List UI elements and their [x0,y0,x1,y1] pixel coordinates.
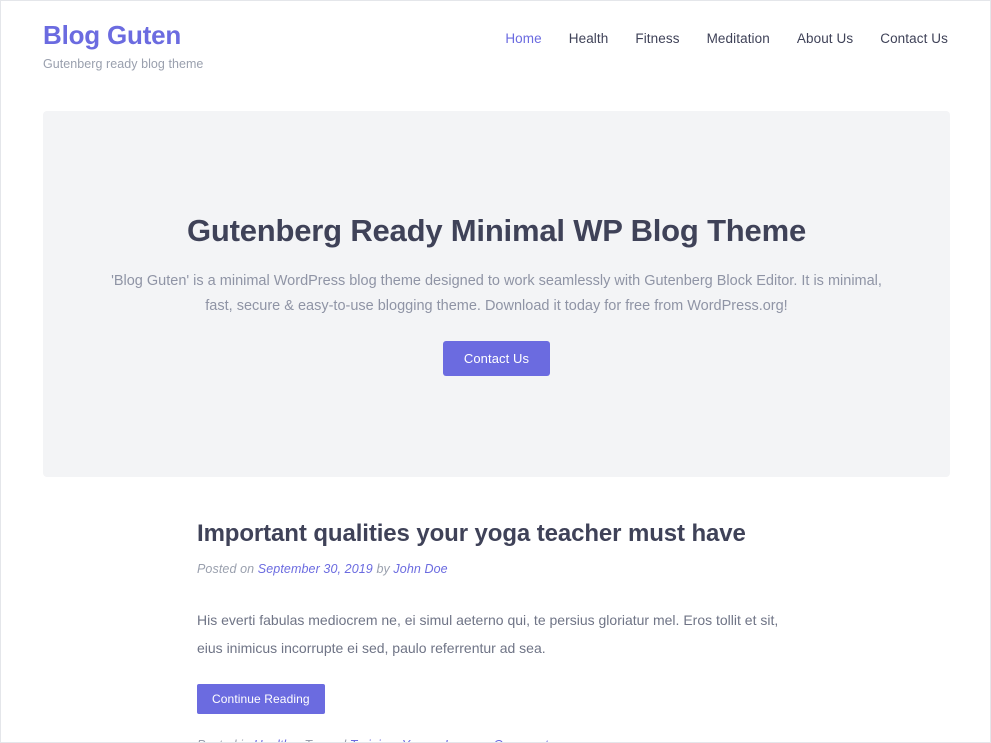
post-article: Important qualities your yoga teacher mu… [197,519,797,742]
hero-contact-us-button[interactable]: Contact Us [442,341,551,377]
primary-navigation: Home Health Fitness Meditation About Us … [505,31,948,46]
post-comments-group: Leave a Comment [445,738,549,742]
post-category-group: Posted in Health [197,738,291,742]
post-category-link[interactable]: Health [254,738,291,742]
post-meta-footer: Posted in Health Tagged Training, Yoga Lea… [197,738,797,742]
post-meta-header: Posted on September 30, 2019 by John Doe [197,562,797,576]
continue-reading-button[interactable]: Continue Reading [197,684,325,714]
nav-item-about-us[interactable]: About Us [797,31,853,46]
tagged-label: Tagged [304,738,346,742]
site-branding: Blog Guten Gutenberg ready blog theme [43,21,203,71]
posted-on-label: Posted on [197,562,255,576]
posted-by-label: by [376,562,390,576]
nav-item-meditation[interactable]: Meditation [707,31,770,46]
post-author-link[interactable]: John Doe [393,562,447,576]
post-title[interactable]: Important qualities your yoga teacher mu… [197,519,797,549]
hero-title: Gutenberg Ready Minimal WP Blog Theme [186,212,806,248]
post-tags-group: Tagged Training, Yoga [304,738,431,742]
site-tagline: Gutenberg ready blog theme [43,56,204,71]
nav-item-home[interactable]: Home [505,31,541,46]
main-content: Important qualities your yoga teacher mu… [197,519,797,742]
leave-a-comment-link[interactable]: Leave a Comment [445,738,549,742]
hero-banner: Gutenberg Ready Minimal WP Blog Theme 'B… [43,111,950,477]
nav-item-fitness[interactable]: Fitness [635,31,679,46]
nav-item-health[interactable]: Health [569,31,609,46]
posted-in-label: Posted in [197,738,250,742]
site-header: Blog Guten Gutenberg ready blog theme Ho… [1,1,990,96]
post-date-link[interactable]: September 30, 2019 [258,562,373,576]
post-excerpt: His everti fabulas mediocrem ne, ei simu… [197,612,779,656]
nav-item-contact-us[interactable]: Contact Us [880,31,948,46]
post-tags-link[interactable]: Training, Yoga [350,738,431,742]
hero-subtitle: 'Blog Guten' is a minimal WordPress blog… [111,272,882,314]
site-title[interactable]: Blog Guten [43,21,203,50]
browser-viewport: Blog Guten Gutenberg ready blog theme Ho… [0,0,991,743]
